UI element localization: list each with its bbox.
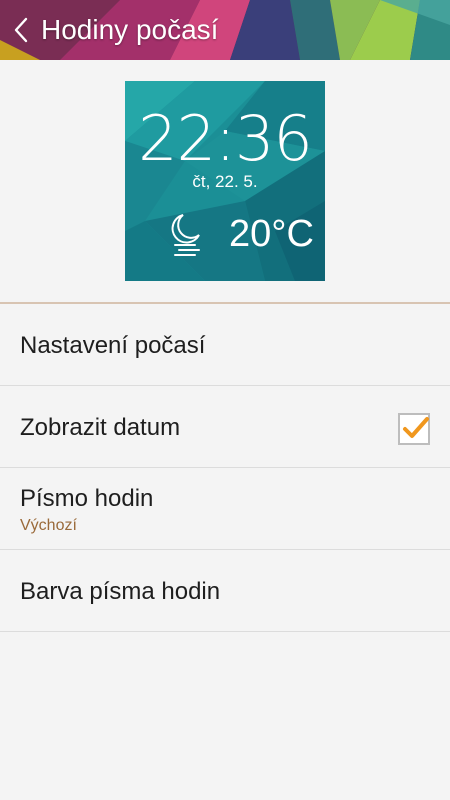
show-date-checkbox[interactable] (398, 413, 430, 445)
setting-label: Barva písma hodin (20, 578, 221, 605)
setting-label: Zobrazit datum (20, 414, 181, 441)
setting-label: Nastavení počasí (20, 332, 206, 359)
setting-clock-font[interactable]: Písmo hodin Výchozí (0, 468, 450, 550)
checkmark-icon (403, 417, 429, 438)
setting-label: Písmo hodin (20, 485, 154, 512)
setting-weather-settings[interactable]: Nastavení počasí (0, 304, 450, 386)
clock-weather-widget-preview: 22:36 čt, 22. 5. 20°C (125, 81, 325, 281)
clock-time: 22:36 (138, 102, 313, 175)
back-button[interactable] (6, 10, 36, 50)
setting-show-date[interactable]: Zobrazit datum (0, 386, 450, 468)
clock-date: čt, 22. 5. (192, 172, 258, 191)
temperature-value: 20°C (229, 213, 314, 255)
settings-list: Nastavení počasí Zobrazit datum Písmo ho… (0, 304, 450, 632)
action-bar: Hodiny počasí (0, 0, 450, 60)
setting-clock-font-color[interactable]: Barva písma hodin (0, 550, 450, 632)
moon-fog-icon (171, 214, 200, 256)
setting-summary: Výchozí (20, 517, 77, 534)
chevron-left-icon (14, 17, 28, 43)
widget-preview-area: 22:36 čt, 22. 5. 20°C (0, 60, 450, 302)
page-title: Hodiny počasí (41, 14, 219, 45)
